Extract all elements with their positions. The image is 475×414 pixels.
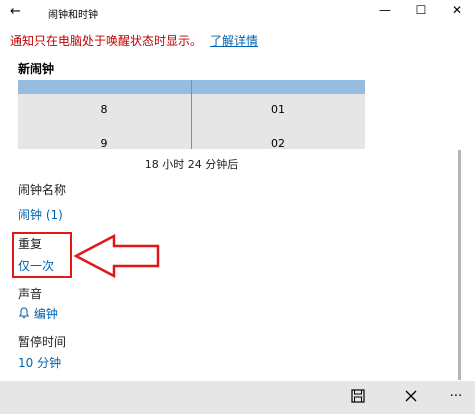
sound-value: 编钟 <box>33 307 58 321</box>
annotation-arrow-icon <box>74 234 160 278</box>
sound-selector[interactable]: 编钟 <box>18 305 58 322</box>
snooze-label: 暂停时间 <box>18 335 67 349</box>
minute-option[interactable]: 02 <box>258 137 298 149</box>
alarm-name-label: 闹钟名称 <box>18 183 67 197</box>
snooze-selector[interactable]: 10 分钟 <box>18 354 61 371</box>
learn-more-link[interactable]: 了解详情 <box>210 34 258 48</box>
sound-label: 声音 <box>18 287 43 301</box>
maximize-button[interactable]: ☐ <box>406 3 436 17</box>
notice-text: 通知只在电脑处于唤醒状态时显示。 <box>10 34 203 48</box>
cancel-button[interactable] <box>401 389 421 407</box>
minute-option[interactable]: 01 <box>258 103 298 116</box>
save-icon <box>351 389 365 403</box>
time-picker[interactable]: 8 9 01 02 <box>18 80 365 149</box>
more-options-button[interactable]: ··· <box>446 389 466 407</box>
alarm-name-field[interactable]: 闹钟 (1) <box>18 206 63 223</box>
back-button[interactable]: ← <box>10 4 21 19</box>
section-title: 新闹钟 <box>18 62 55 76</box>
scrollbar[interactable] <box>458 150 461 380</box>
hour-option[interactable]: 8 <box>84 103 124 116</box>
close-window-button[interactable]: ✕ <box>442 3 472 17</box>
hour-option[interactable]: 9 <box>84 137 124 149</box>
title-bar: ← 闹钟和时钟 — ☐ ✕ <box>0 0 475 26</box>
annotation-highlight-box <box>12 232 72 278</box>
notification-notice: 通知只在电脑处于唤醒状态时显示。 了解详情 <box>10 32 258 49</box>
command-bar: ··· <box>0 381 475 414</box>
picker-divider <box>191 80 192 149</box>
window-title: 闹钟和时钟 <box>48 10 98 21</box>
save-button[interactable] <box>348 389 368 407</box>
close-icon <box>405 390 417 402</box>
minimize-button[interactable]: — <box>370 3 400 17</box>
bell-icon <box>18 307 30 319</box>
time-until-alarm: 18 小时 24 分钟后 <box>144 158 239 171</box>
